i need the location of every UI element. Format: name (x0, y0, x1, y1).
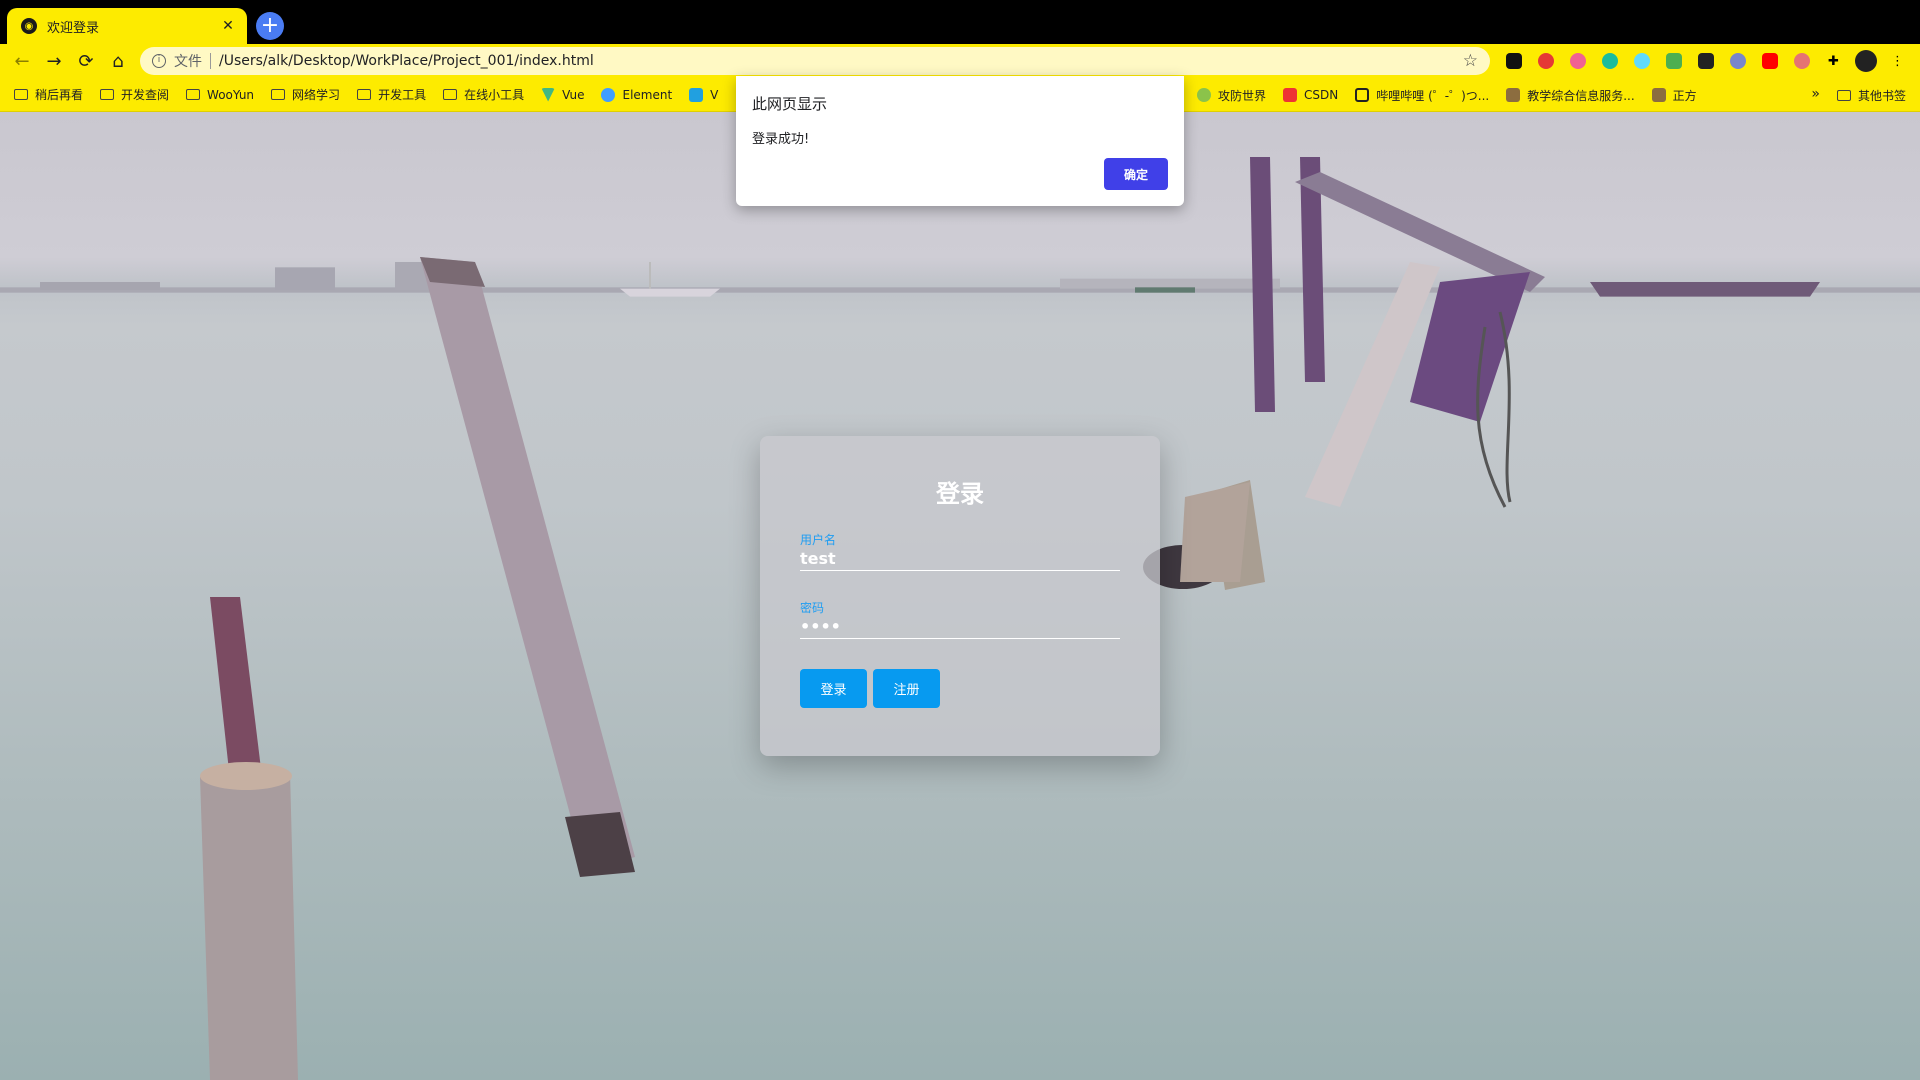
other-bookmarks[interactable]: 其他书签 (1836, 78, 1906, 112)
site-icon (1651, 88, 1666, 102)
bookmarks-overflow-icon[interactable]: » (1811, 86, 1820, 102)
extension-icon-3[interactable] (1566, 50, 1589, 73)
dialog-title: 此网页显示 (752, 95, 828, 113)
tab-strip: ◉ 欢迎登录 ✕ + (0, 0, 1920, 44)
extensions-area: ✚ ⋮ (1502, 49, 1909, 73)
home-button[interactable]: ⌂ (102, 46, 134, 76)
extension-icon-5[interactable] (1630, 50, 1653, 73)
password-label: 密码 (800, 601, 825, 615)
extension-icon-2[interactable] (1534, 50, 1557, 73)
register-button[interactable]: 注册 (873, 669, 940, 708)
csdn-icon (1283, 88, 1298, 102)
login-card: 登录 用户名 test 密码 •••• 登录 注册 (760, 436, 1160, 756)
extension-icon-8[interactable] (1726, 50, 1749, 73)
folder-icon (1836, 89, 1851, 101)
site-icon (1197, 88, 1212, 102)
info-icon[interactable]: i (152, 54, 166, 68)
dialog-message: 登录成功! (752, 132, 810, 147)
back-button[interactable]: ← (6, 46, 38, 76)
address-bar[interactable]: i 文件 /Users/alk/Desktop/WorkPlace/Projec… (140, 47, 1490, 75)
bookmark-folder[interactable]: 网络学习 (271, 86, 340, 103)
bookmark-jiaoxue[interactable]: 教学综合信息服务... (1506, 87, 1635, 104)
folder-icon (271, 89, 286, 100)
folder-icon (14, 89, 28, 100)
url-scheme-label: 文件 (174, 54, 202, 70)
extension-icon-7[interactable] (1694, 50, 1717, 73)
bookmark-star-icon[interactable]: ☆ (1463, 51, 1478, 71)
puzzle-icon[interactable]: ✚ (1822, 50, 1845, 73)
login-button[interactable]: 登录 (800, 669, 867, 708)
avatar[interactable] (1854, 50, 1877, 73)
bookmark-folder[interactable]: 在线小工具 (443, 86, 524, 103)
globe-icon: ◉ (21, 18, 37, 34)
folder-icon (357, 89, 372, 100)
site-icon (1506, 88, 1521, 102)
divider (210, 53, 211, 69)
url-text[interactable]: /Users/alk/Desktop/WorkPlace/Project_001… (219, 53, 1463, 69)
element-icon (601, 87, 616, 102)
reload-button[interactable]: ⟳ (70, 46, 102, 76)
bookmarks-right-group: 档 攻防世界 CSDN 哔哩哔哩 (゜-゜)つ... 教学综合信息服务... 正… (1168, 78, 1714, 112)
folder-icon (100, 89, 115, 100)
extension-icon-6[interactable] (1662, 50, 1685, 73)
bookmark-folder[interactable]: 开发查阅 (100, 86, 169, 103)
username-field[interactable]: 用户名 test (800, 531, 1120, 571)
bookmark-folder[interactable]: 稍后再看 (14, 86, 83, 103)
folder-icon (186, 89, 201, 100)
folder-icon (443, 89, 458, 100)
new-tab-button[interactable]: + (256, 12, 284, 40)
login-title: 登录 (936, 480, 984, 508)
bookmark-folder[interactable]: 开发工具 (357, 86, 426, 103)
extension-icon-10[interactable] (1790, 50, 1813, 73)
extension-icon-9[interactable] (1758, 50, 1781, 73)
site-icon (689, 87, 704, 102)
bookmark-site[interactable]: V (689, 87, 718, 102)
close-tab-icon[interactable]: ✕ (219, 18, 237, 34)
browser-tab[interactable]: ◉ 欢迎登录 ✕ (7, 8, 247, 44)
password-input[interactable]: •••• (800, 617, 1120, 636)
forward-button[interactable]: → (38, 46, 70, 76)
bookmark-zhengfang[interactable]: 正方 (1651, 87, 1697, 104)
alert-dialog: 此网页显示 登录成功! 确定 (736, 76, 1184, 206)
username-input[interactable]: test (800, 549, 1120, 568)
vue-icon (541, 87, 556, 102)
bookmark-element[interactable]: Element (601, 87, 672, 102)
username-label: 用户名 (800, 533, 837, 547)
bookmark-bilibili[interactable]: 哔哩哔哩 (゜-゜)つ... (1355, 87, 1489, 104)
tab-title: 欢迎登录 (47, 20, 100, 36)
page-background: 登录 用户名 test 密码 •••• 登录 注册 (0, 112, 1920, 1080)
browser-toolbar: ← → ⟳ ⌂ i 文件 /Users/alk/Desktop/WorkPlac… (0, 44, 1920, 78)
bookmark-folder[interactable]: WooYun (186, 88, 254, 102)
button-row: 登录 注册 (800, 669, 1120, 708)
bilibili-icon (1355, 88, 1370, 102)
menu-icon[interactable]: ⋮ (1886, 50, 1909, 73)
password-field[interactable]: 密码 •••• (800, 599, 1120, 639)
extension-icon-1[interactable] (1502, 50, 1525, 73)
ok-button[interactable]: 确定 (1104, 158, 1168, 190)
extension-icon-4[interactable] (1598, 50, 1621, 73)
bookmark-gongfang[interactable]: 攻防世界 (1197, 87, 1266, 104)
bookmark-csdn[interactable]: CSDN (1283, 88, 1338, 102)
bookmark-vue[interactable]: Vue (541, 87, 584, 102)
